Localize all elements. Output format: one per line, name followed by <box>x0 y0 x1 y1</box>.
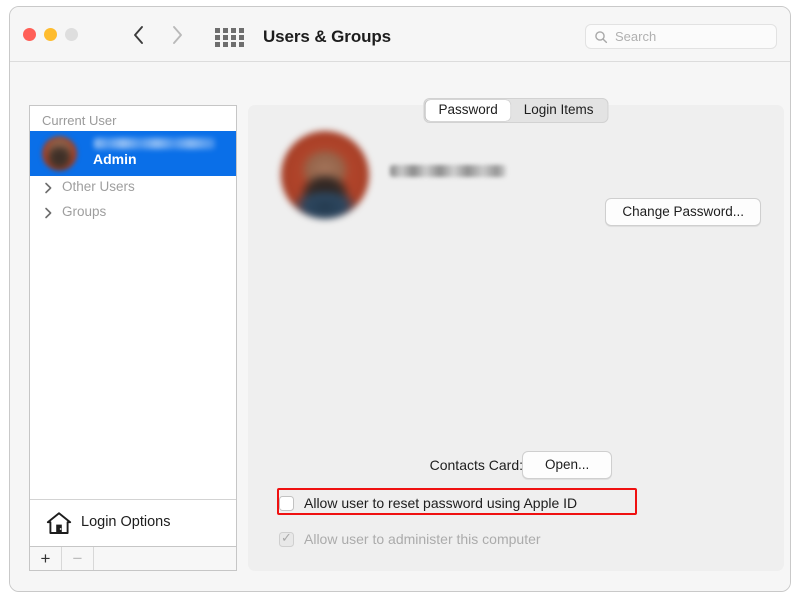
allow-administer-label: Allow user to administer this computer <box>304 531 541 547</box>
add-user-button[interactable]: + <box>30 547 62 570</box>
remove-user-button: − <box>62 547 94 570</box>
search-icon <box>594 30 608 44</box>
tab-password[interactable]: Password <box>425 100 510 121</box>
allow-reset-password-row[interactable]: Allow user to reset password using Apple… <box>279 492 577 514</box>
sidebar-toolbar: + − <box>29 547 237 571</box>
allow-administer-checkbox: ✓ <box>279 532 294 547</box>
password-panel: Password Login Items Change Password... … <box>248 105 784 571</box>
open-contacts-card-button[interactable]: Open... <box>522 451 612 479</box>
chevron-right-icon <box>164 22 190 48</box>
search-field[interactable]: Search <box>585 24 777 49</box>
chevron-right-icon <box>44 207 53 219</box>
page-title: Users & Groups <box>263 27 391 47</box>
sidebar-user-name-redacted <box>94 138 215 149</box>
forward-button[interactable] <box>164 22 190 48</box>
allow-reset-password-checkbox[interactable] <box>279 496 294 511</box>
sidebar-item-other-users[interactable]: Other Users <box>30 176 236 201</box>
sidebar-item-label: Other Users <box>62 179 135 194</box>
sidebar-item-label: Login Options <box>81 514 170 530</box>
sidebar-section-header: Current User <box>30 106 236 131</box>
chevron-right-icon <box>44 182 53 194</box>
change-password-button[interactable]: Change Password... <box>605 198 761 226</box>
chevron-left-icon <box>126 22 152 48</box>
system-preferences-window: Users & Groups Search Current User Admin <box>9 6 791 592</box>
show-all-grid-icon[interactable] <box>215 28 253 44</box>
window-titlebar: Users & Groups Search <box>10 7 790 62</box>
user-name-redacted <box>390 165 506 177</box>
minimize-window-button[interactable] <box>44 28 57 41</box>
tab-login-items[interactable]: Login Items <box>511 100 607 121</box>
panel-tabs: Password Login Items <box>423 98 608 123</box>
contacts-card-label: Contacts Card: <box>248 457 523 473</box>
sidebar-item-login-options[interactable]: Login Options <box>30 499 236 546</box>
sidebar-user-role: Admin <box>93 151 137 167</box>
sidebar-item-current-user[interactable]: Admin <box>30 131 236 176</box>
avatar[interactable] <box>281 131 369 219</box>
checkmark-icon: ✓ <box>281 531 292 544</box>
search-placeholder: Search <box>615 29 656 44</box>
avatar <box>42 136 77 171</box>
allow-administer-row: ✓ Allow user to administer this computer <box>279 528 541 550</box>
back-button[interactable] <box>126 22 152 48</box>
sidebar-list: Current User Admin Other Users <box>30 106 236 499</box>
sidebar-item-label: Groups <box>62 204 106 219</box>
sidebar-item-groups[interactable]: Groups <box>30 201 236 226</box>
maximize-window-button[interactable] <box>65 28 78 41</box>
allow-reset-password-label: Allow user to reset password using Apple… <box>304 495 577 511</box>
window-body: Current User Admin Other Users <box>10 62 790 592</box>
house-icon <box>46 511 72 535</box>
close-window-button[interactable] <box>23 28 36 41</box>
users-sidebar: Current User Admin Other Users <box>29 105 237 547</box>
